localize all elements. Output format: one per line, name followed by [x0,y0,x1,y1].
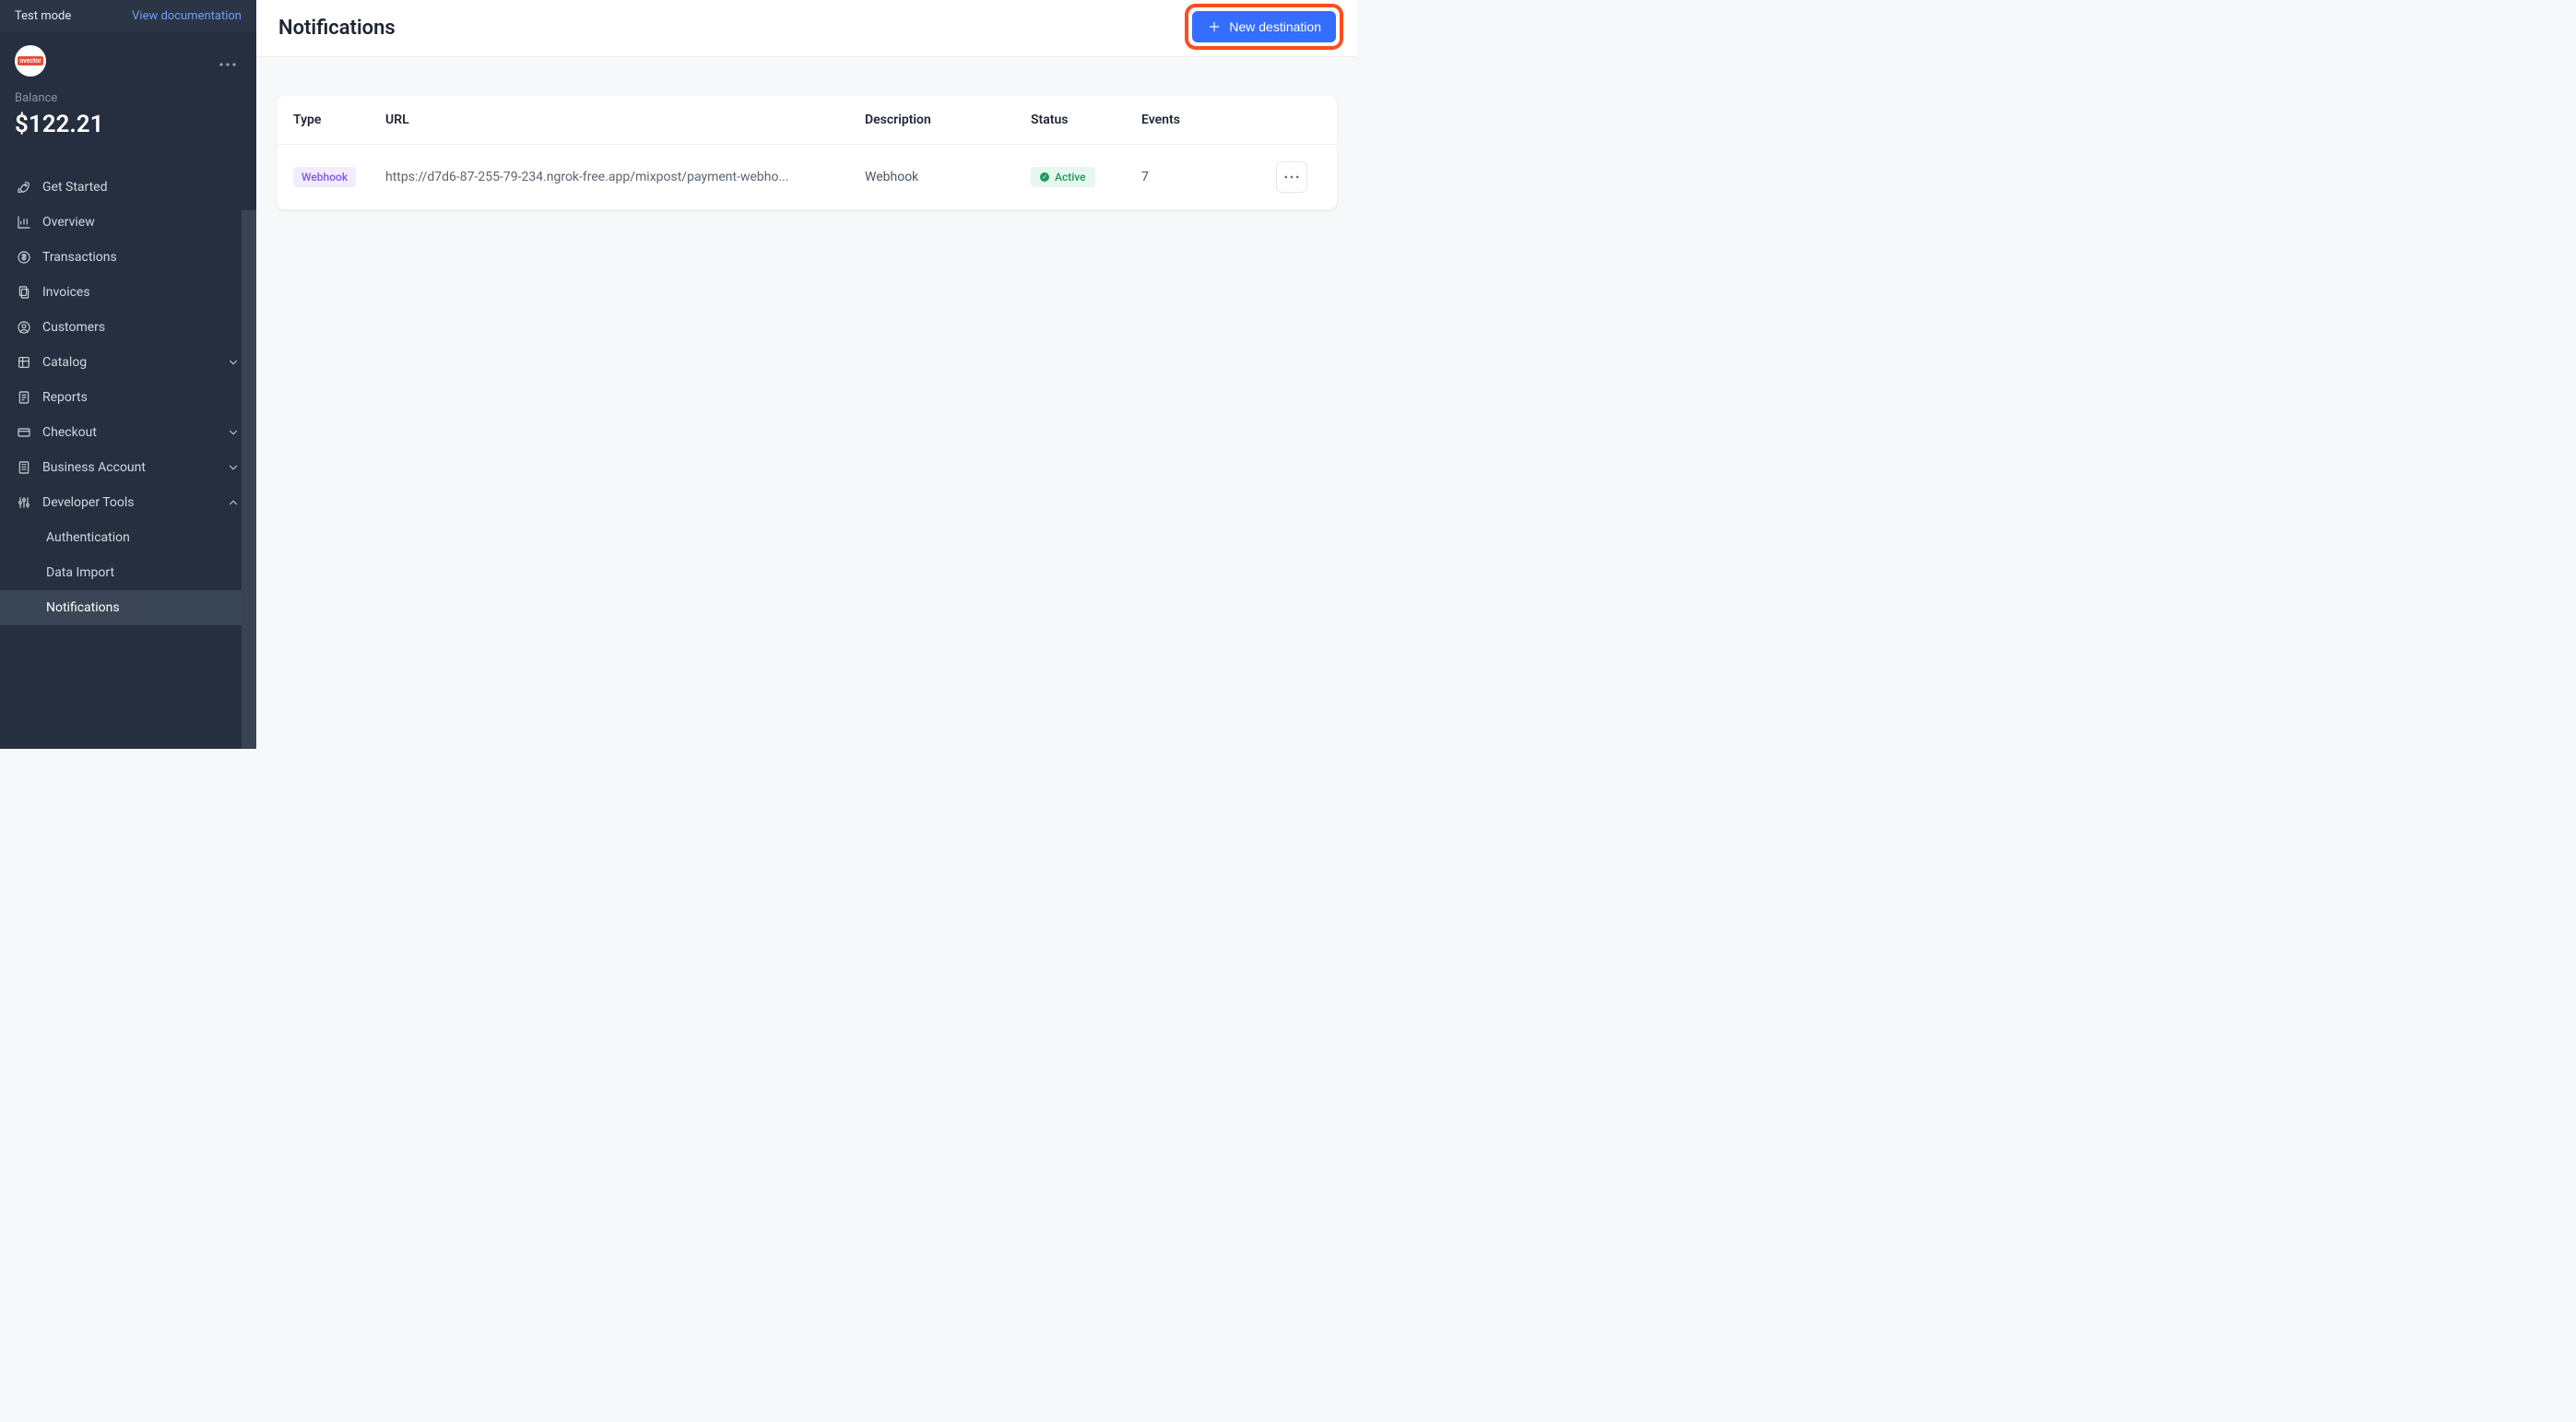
document-icon [17,285,31,300]
col-description: Description [865,113,1031,127]
sidebar-item-label: Business Account [42,460,216,475]
col-url: URL [385,113,865,127]
report-icon [17,390,31,405]
user-icon [17,320,31,335]
cell-type: Webhook [293,167,385,187]
sidebar-item-label: Notifications [46,600,240,615]
sidebar: Test mode View documentation ovector Bal… [0,0,256,749]
sidebar-item-transactions[interactable]: Transactions [0,240,256,275]
sidebar-item-data-import[interactable]: Data Import [0,555,256,590]
sidebar-item-customers[interactable]: Customers [0,310,256,345]
sidebar-item-label: Developer Tools [42,495,216,510]
sidebar-item-label: Customers [42,320,240,335]
sidebar-item-reports[interactable]: Reports [0,380,256,415]
chevron-down-icon [227,426,240,439]
card-icon [17,425,31,440]
avatar[interactable]: ovector [15,45,46,77]
highlight-ring: New destination [1185,4,1343,50]
sidebar-item-label: Invoices [42,285,240,300]
sidebar-scrollbar[interactable] [242,210,256,749]
avatar-text: ovector [18,56,43,65]
building-icon [17,460,31,475]
sidebar-item-business-account[interactable]: Business Account [0,450,256,485]
chart-icon [17,215,31,230]
cell-actions [1252,161,1307,193]
content-area: Type URL Description Status Events Webho… [256,57,1357,749]
new-destination-label: New destination [1229,19,1321,34]
status-badge: Active [1031,167,1095,187]
col-status: Status [1031,113,1141,127]
sidebar-item-get-started[interactable]: Get Started [0,170,256,205]
sidebar-topbar: Test mode View documentation [0,0,256,32]
col-type: Type [293,113,385,127]
main-content: Notifications New destination Type URL D… [256,0,1357,749]
sidebar-item-authentication[interactable]: Authentication [0,520,256,555]
sidebar-item-label: Catalog [42,355,216,370]
sidebar-item-checkout[interactable]: Checkout [0,415,256,450]
dots-icon [219,63,236,66]
destinations-table: Type URL Description Status Events Webho… [277,96,1337,209]
sidebar-item-label: Get Started [42,180,240,195]
row-actions-button[interactable] [1276,161,1307,193]
cell-description: Webhook [865,170,1031,184]
account-row: ovector [0,32,256,86]
col-events: Events [1141,113,1252,127]
test-mode-label: Test mode [15,9,71,23]
table-header: Type URL Description Status Events [277,96,1337,145]
page-title: Notifications [278,17,396,40]
sidebar-item-label: Data Import [46,565,240,580]
table-row[interactable]: Webhook https://d7d6-87-255-79-234.ngrok… [277,145,1337,209]
sidebar-item-label: Checkout [42,425,216,440]
sidebar-item-notifications[interactable]: Notifications [0,590,256,625]
plus-icon [1207,19,1222,34]
balance-label: Balance [15,91,242,105]
dots-icon [1284,175,1299,179]
sidebar-item-label: Authentication [46,530,240,545]
grid-icon [17,355,31,370]
page-header: Notifications New destination [256,0,1357,57]
sidebar-item-invoices[interactable]: Invoices [0,275,256,310]
new-destination-button[interactable]: New destination [1192,11,1336,42]
check-icon [1040,172,1049,182]
view-documentation-link[interactable]: View documentation [132,9,242,23]
sidebar-item-catalog[interactable]: Catalog [0,345,256,380]
cell-events: 7 [1141,170,1252,184]
type-badge: Webhook [293,167,356,187]
status-text: Active [1055,171,1086,184]
cell-url: https://d7d6-87-255-79-234.ngrok-free.ap… [385,170,846,184]
sidebar-item-overview[interactable]: Overview [0,205,256,240]
sidebar-item-label: Reports [42,390,240,405]
account-menu-button[interactable] [214,52,242,71]
sidebar-item-label: Overview [42,215,240,230]
chevron-down-icon [227,356,240,369]
balance-amount: $122.21 [15,111,242,138]
chevron-up-icon [227,496,240,509]
sliders-icon [17,495,31,510]
chevron-down-icon [227,461,240,474]
rocket-icon [17,180,31,195]
cell-status: Active [1031,167,1141,187]
balance-section: Balance $122.21 [0,86,256,157]
sidebar-item-developer-tools[interactable]: Developer Tools [0,485,256,520]
sidebar-item-label: Transactions [42,250,240,265]
dollar-icon [17,250,31,265]
sidebar-nav: Get Started Overview Transactions Invoic… [0,157,256,625]
